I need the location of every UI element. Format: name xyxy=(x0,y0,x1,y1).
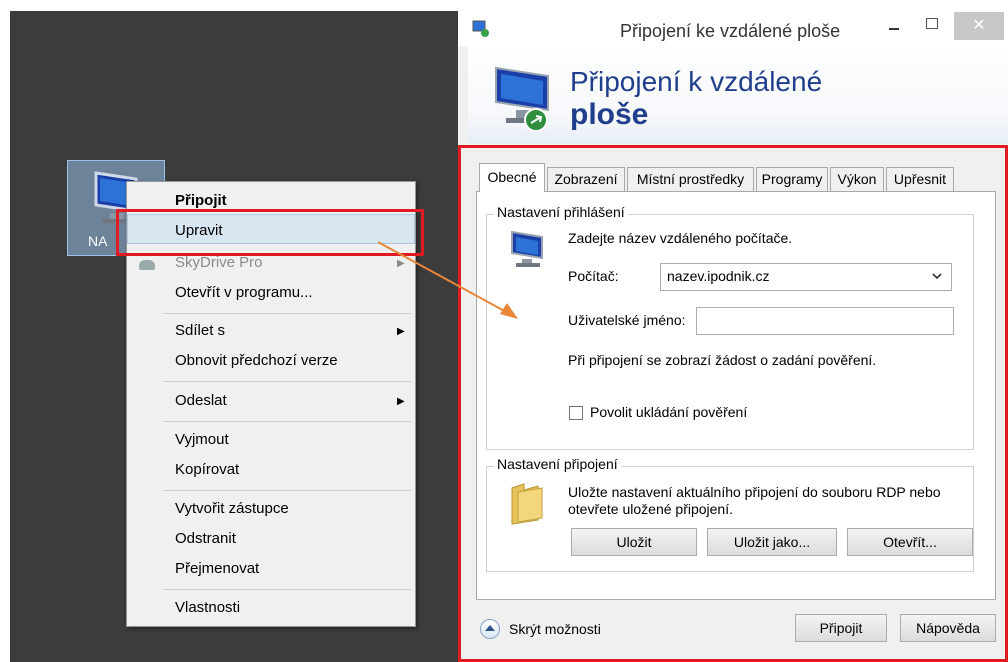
close-button[interactable]: ✕ xyxy=(954,12,1004,40)
menu-item-properties[interactable]: Vlastnosti xyxy=(175,599,240,616)
menu-separator xyxy=(163,490,411,491)
menu-item-skydrive-pro[interactable]: SkyDrive Pro xyxy=(175,254,263,271)
remote-monitor-icon xyxy=(495,66,549,132)
menu-item-share-with[interactable]: Sdílet s xyxy=(175,322,225,339)
menu-item-create-shortcut[interactable]: Vytvořit zástupce xyxy=(175,500,289,517)
menu-separator xyxy=(163,381,411,382)
menu-item-copy[interactable]: Kopírovat xyxy=(175,461,239,478)
rdp-banner: Připojení k vzdálené ploše xyxy=(468,46,1008,144)
callout-box-options xyxy=(458,145,1008,662)
window-title: Připojení ke vzdálené ploše xyxy=(620,21,841,41)
menu-item-delete[interactable]: Odstranit xyxy=(175,530,236,547)
desktop-shortcut-label: NA xyxy=(88,233,108,249)
menu-item-open-with[interactable]: Otevřít v programu... xyxy=(175,284,313,301)
menu-separator xyxy=(163,313,411,314)
maximize-button[interactable] xyxy=(922,14,942,34)
tab-general[interactable]: Obecné xyxy=(479,163,545,192)
rdp-app-icon xyxy=(472,20,489,37)
menu-item-rename[interactable]: Přejmenovat xyxy=(175,560,259,577)
menu-item-connect[interactable]: Připojit xyxy=(175,192,227,209)
title-bar[interactable]: Připojení ke vzdálené ploše ✕ xyxy=(458,0,1008,46)
minimize-button[interactable] xyxy=(884,10,904,36)
submenu-arrow-icon: ▶ xyxy=(397,396,405,407)
menu-item-cut[interactable]: Vyjmout xyxy=(175,431,229,448)
submenu-arrow-icon: ▶ xyxy=(397,326,405,337)
menu-separator xyxy=(163,421,411,422)
submenu-arrow-icon: ▶ xyxy=(397,258,405,269)
menu-item-restore-versions[interactable]: Obnovit předchozí verze xyxy=(175,352,338,369)
callout-box-edit xyxy=(116,209,424,256)
banner-title-line-1: Připojení k vzdálené xyxy=(570,66,823,97)
banner-title-line-2: ploše xyxy=(570,98,649,131)
menu-separator xyxy=(163,589,411,590)
menu-item-send-to[interactable]: Odeslat xyxy=(175,392,227,409)
cloud-icon xyxy=(139,260,155,270)
